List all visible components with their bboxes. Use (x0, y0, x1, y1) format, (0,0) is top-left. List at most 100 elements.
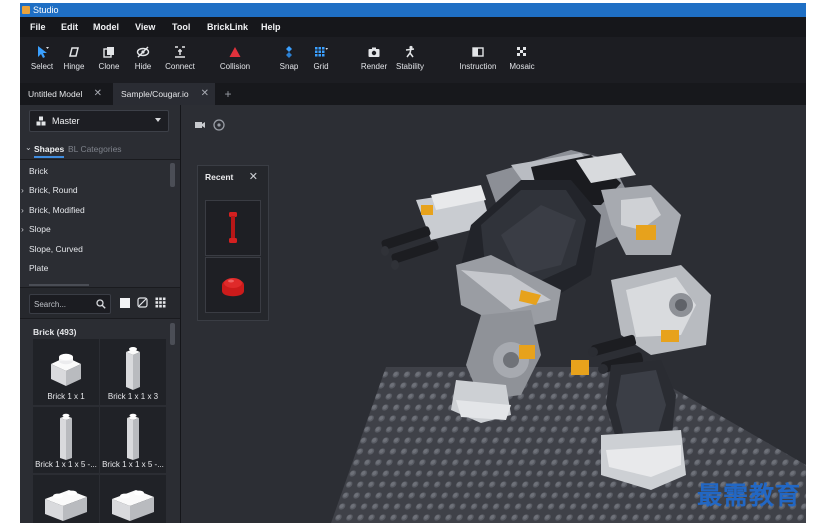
expand-chevron-icon: › (21, 185, 24, 195)
menu-bar: File Edit Model View Tool BrickLink Help (20, 17, 806, 37)
watermark-logo: 最需教育 (697, 481, 802, 510)
menu-tool[interactable]: Tool (172, 17, 190, 37)
menu-edit[interactable]: Edit (61, 17, 78, 37)
brick-tile[interactable]: Brick 1 x 1 x 5 -... (33, 407, 99, 473)
model-scene (331, 150, 806, 523)
grid-view-icon[interactable] (155, 297, 166, 308)
hide-eye-icon (136, 46, 150, 58)
collapse-chevron-icon[interactable]: ⌄ (25, 143, 32, 152)
menu-model[interactable]: Model (93, 17, 119, 37)
category-slope-curved[interactable]: Slope, Curved (20, 240, 170, 259)
brick-1x1-icon (51, 353, 81, 386)
add-tab-button[interactable]: + (221, 83, 235, 105)
tab-shapes[interactable]: Shapes (34, 144, 65, 158)
tab-close-icon[interactable]: ✕ (201, 83, 209, 105)
filter-icon[interactable] (137, 297, 148, 308)
brick-tile-label: Brick 1 x 1 x 5 -... (35, 460, 97, 469)
palette-selector-value: Master (52, 116, 80, 126)
chevron-down-icon (155, 118, 161, 122)
category-label: Brick (29, 166, 48, 176)
select-arrow-icon (38, 46, 49, 58)
shape-tabs: ⌄ Shapes BL Categories (20, 141, 180, 160)
stability-label: Stability (395, 62, 424, 71)
category-label: Brick, Round (29, 185, 78, 195)
document-tab-bar: Untitled Model ✕ Sample/Cougar.io ✕ + (20, 83, 806, 105)
hinge-icon (69, 47, 79, 57)
stability-tool-button[interactable]: Stability (390, 45, 430, 71)
menu-view[interactable]: View (135, 17, 155, 37)
menu-help[interactable]: Help (261, 17, 281, 37)
3d-viewport[interactable]: Recent ✕ (181, 105, 806, 523)
menu-bricklink[interactable]: BrickLink (207, 17, 248, 37)
app-logo-icon (22, 6, 30, 14)
tab-untitled-model[interactable]: Untitled Model ✕ (20, 83, 108, 105)
brick-1x1x5-icon (127, 413, 139, 460)
brick-tile[interactable] (100, 475, 166, 523)
hide-tool-button[interactable]: Hide (123, 45, 163, 71)
grid-tool-button[interactable]: Grid (301, 45, 341, 71)
brick-group-title: Brick (493) (33, 327, 77, 337)
stability-figure-icon (405, 45, 415, 58)
brick-grid-scrollbar[interactable] (170, 323, 175, 345)
category-brick-round[interactable]: › Brick, Round (20, 181, 170, 200)
grid-label: Grid (313, 62, 329, 71)
clone-icon (103, 47, 114, 58)
hinge-label: Hinge (63, 62, 85, 71)
part-search-bar (20, 287, 180, 319)
category-label: Plate (29, 263, 49, 273)
category-label: Brick, Modified (29, 205, 85, 215)
tab-bl-categories[interactable]: BL Categories (68, 144, 122, 154)
snap-icon (286, 46, 292, 58)
brick-tile-label: Brick 1 x 1 (47, 392, 85, 401)
category-brick-modified[interactable]: › Brick, Modified (20, 201, 170, 220)
search-icon[interactable] (96, 299, 106, 309)
hinge-tool-button[interactable]: Hinge (54, 45, 94, 71)
title-bar: Studio (20, 3, 806, 17)
instruction-book-icon (472, 47, 484, 57)
brick-tile[interactable]: Brick 1 x 1 x 3 (100, 339, 166, 405)
collision-label: Collision (219, 62, 251, 71)
category-label: Slope (29, 224, 51, 234)
studio-window: Studio File Edit Model View Tool BrickLi… (20, 3, 806, 523)
instruction-tool-button[interactable]: Instruction (456, 45, 500, 71)
brick-tile-label: Brick 1 x 1 x 3 (107, 392, 159, 401)
category-slope[interactable]: › Slope (20, 220, 170, 239)
collision-tool-button[interactable]: Collision (215, 45, 255, 71)
parts-palette-panel: Master ⌄ Shapes BL Categories Brick › Bri… (20, 105, 181, 523)
mosaic-tool-button[interactable]: Mosaic (502, 45, 542, 71)
brick-1x1x5-icon (60, 413, 72, 460)
connect-icon (175, 46, 185, 58)
connect-label: Connect (165, 62, 195, 71)
hide-label: Hide (134, 62, 152, 71)
category-label: Slope, Curved (29, 244, 83, 254)
brick-1x2-icon (45, 490, 87, 521)
tab-label: Sample/Cougar.io (121, 89, 189, 99)
grid-icon (315, 47, 328, 57)
search-input[interactable] (34, 297, 94, 311)
search-field[interactable] (29, 294, 111, 314)
tab-close-icon[interactable]: ✕ (94, 83, 102, 105)
menu-file[interactable]: File (30, 17, 46, 37)
brick-1x1x3-icon (126, 347, 140, 390)
brick-tile[interactable] (33, 475, 99, 523)
bricks-icon (36, 116, 46, 126)
brick-1x2-icon (112, 490, 154, 521)
render-label: Render (360, 62, 388, 71)
category-plate[interactable]: Plate (20, 259, 170, 278)
tab-label: Untitled Model (28, 89, 83, 99)
collision-icon (229, 47, 241, 57)
category-brick[interactable]: Brick (20, 162, 170, 181)
render-tool-button[interactable]: Render (354, 45, 394, 71)
color-swatch-icon[interactable] (120, 298, 130, 308)
brick-tile[interactable]: Brick 1 x 1 (33, 339, 99, 405)
expand-chevron-icon: › (21, 205, 24, 215)
connect-tool-button[interactable]: Connect (160, 45, 200, 71)
mosaic-icon (517, 47, 526, 56)
tab-sample-cougar[interactable]: Sample/Cougar.io ✕ (113, 83, 215, 105)
brick-tile-label: Brick 1 x 1 x 5 -... (102, 460, 164, 469)
window-title: Studio (33, 5, 59, 15)
render-camera-icon (368, 47, 380, 57)
palette-selector-dropdown[interactable]: Master (29, 110, 169, 132)
brick-tile[interactable]: Brick 1 x 1 x 5 -... (100, 407, 166, 473)
category-scrollbar[interactable] (170, 163, 175, 187)
